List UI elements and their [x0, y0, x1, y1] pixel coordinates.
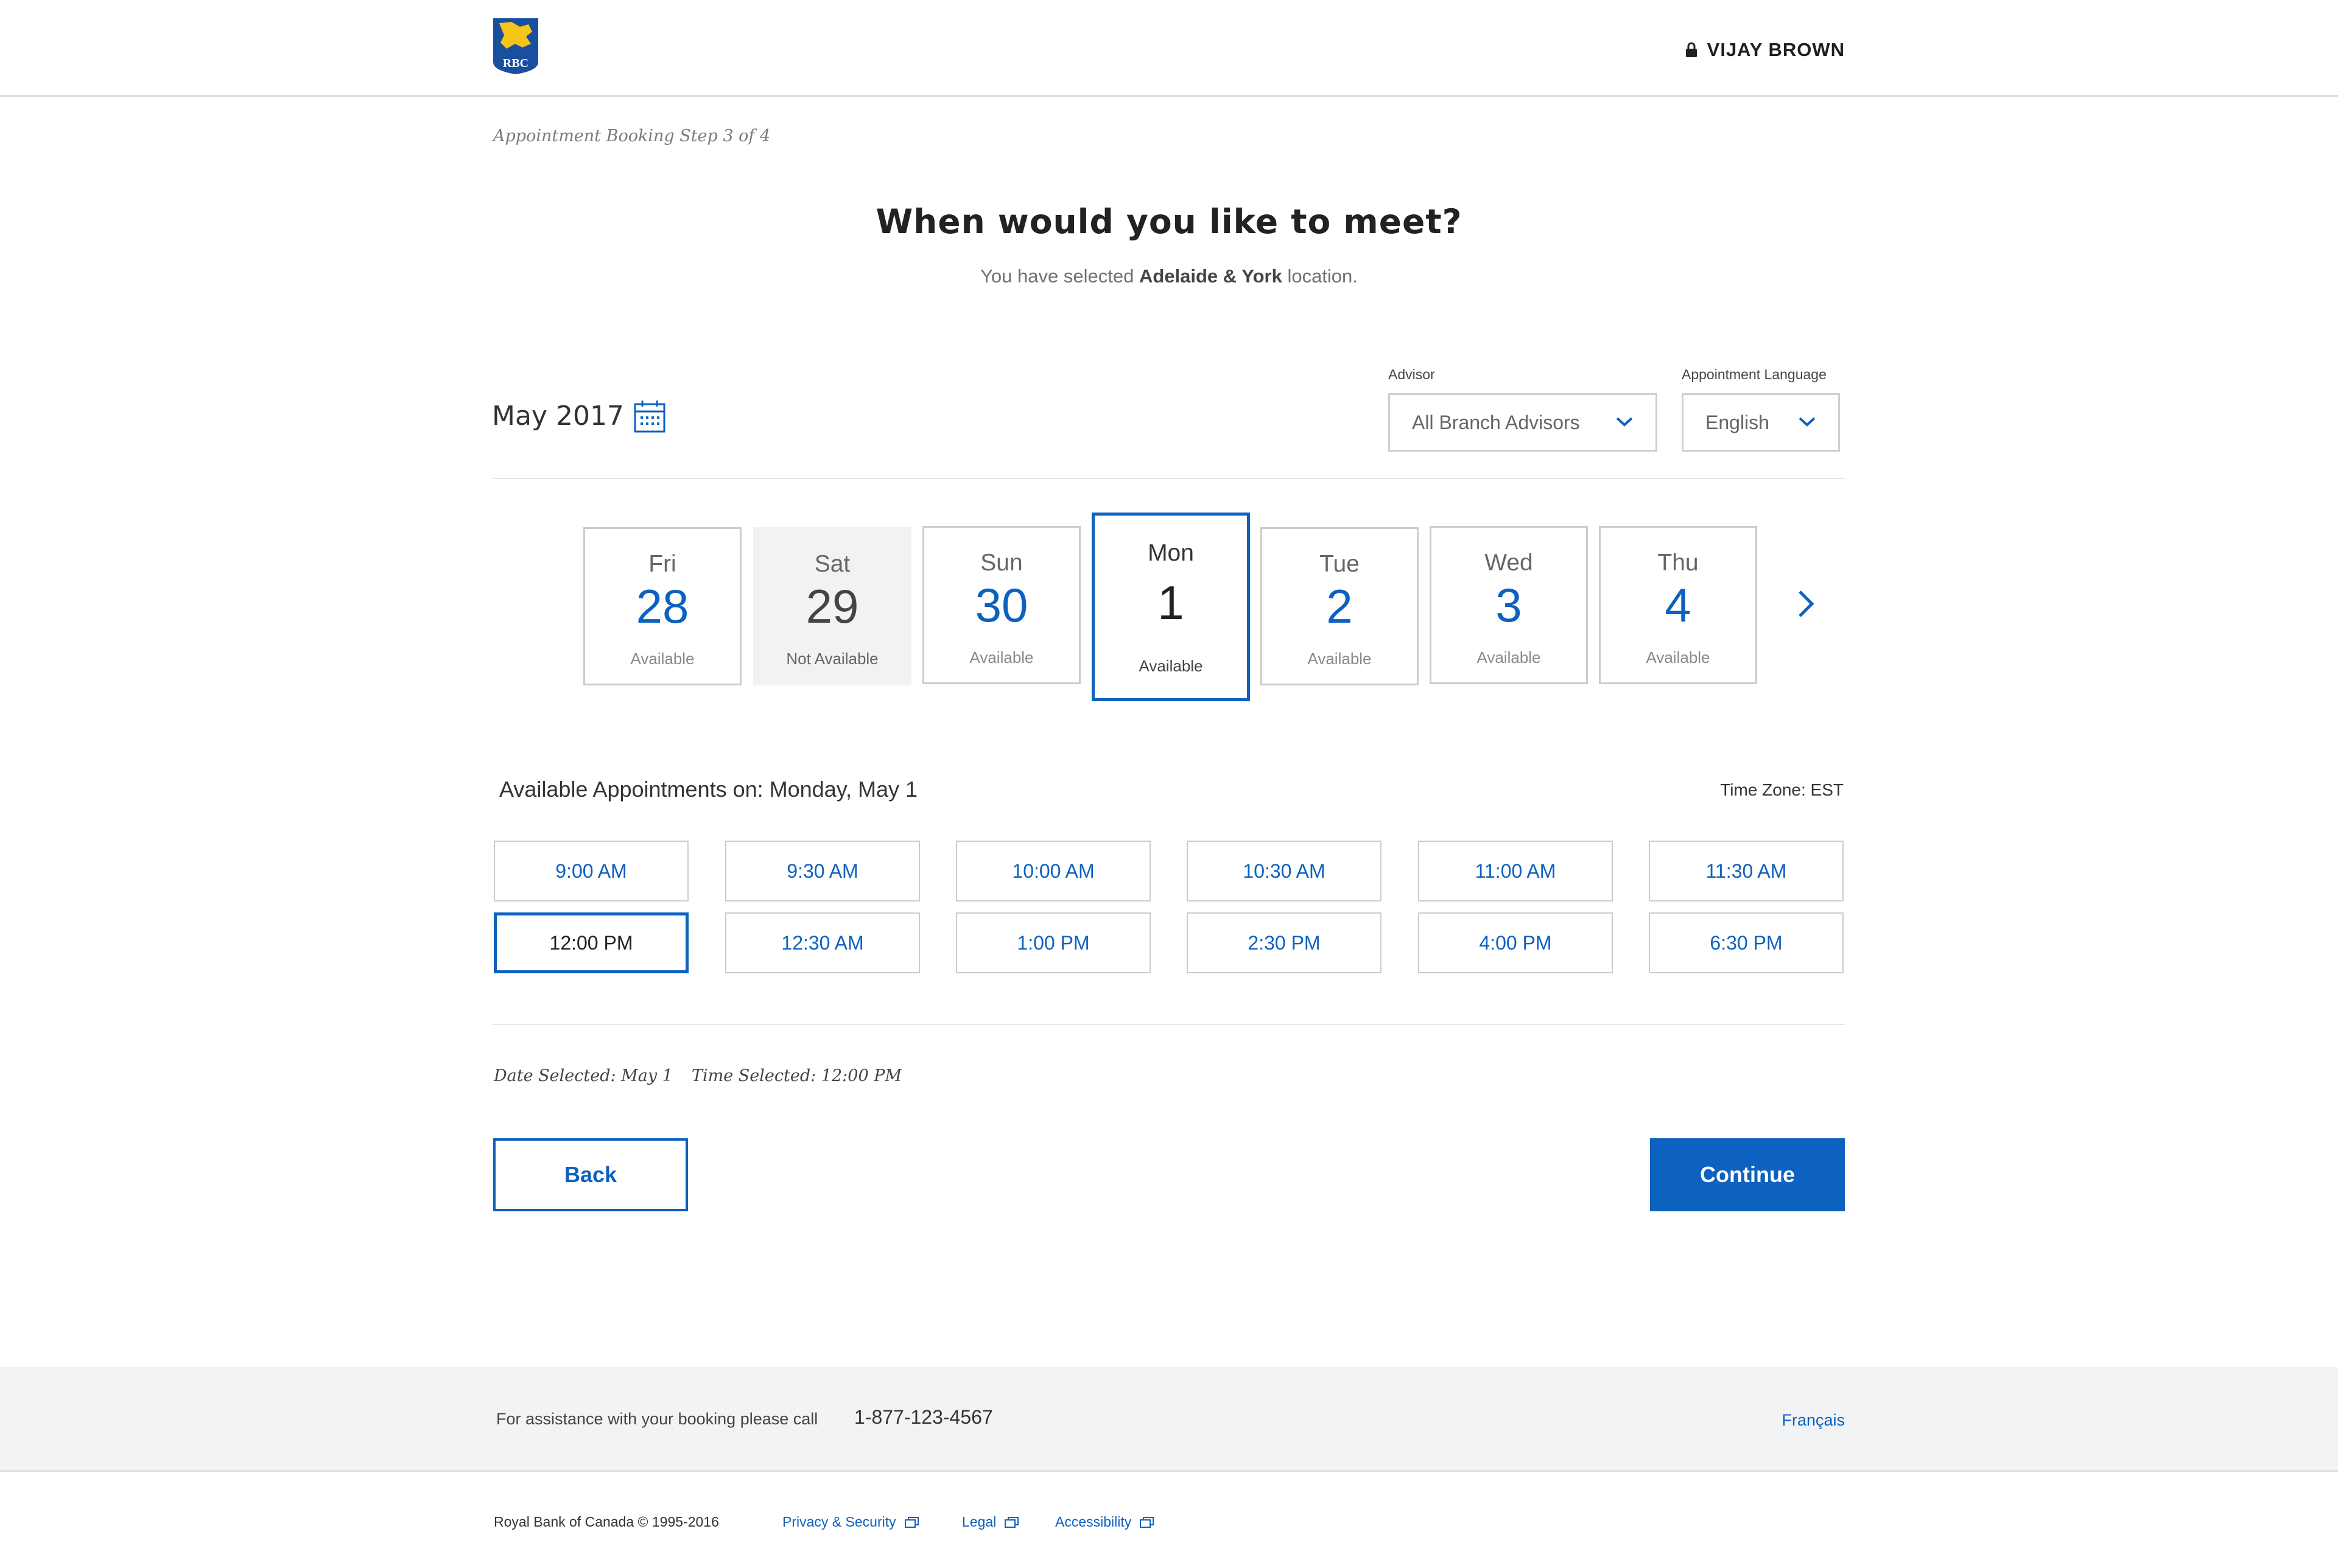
time-slot[interactable]: 9:00 AM — [494, 841, 689, 901]
time-slot[interactable]: 11:30 AM — [1649, 841, 1844, 901]
language-value: English — [1705, 411, 1769, 433]
privacy-link-label: Privacy & Security — [782, 1514, 896, 1530]
rbc-shield-icon: RBC — [493, 18, 538, 74]
day-status: Available — [630, 649, 695, 668]
day-card[interactable]: Fri 28 Available — [583, 527, 742, 685]
day-number: 2 — [1326, 579, 1353, 633]
day-number: 4 — [1665, 578, 1691, 632]
advisor-select[interactable]: All Branch Advisors — [1388, 393, 1657, 452]
privacy-link[interactable]: Privacy & Security — [782, 1514, 919, 1530]
day-number: 29 — [806, 579, 859, 633]
back-button[interactable]: Back — [493, 1138, 688, 1211]
time-slot[interactable]: 12:30 AM — [725, 912, 920, 973]
day-name: Wed — [1484, 550, 1533, 576]
accessibility-link[interactable]: Accessibility — [1055, 1514, 1154, 1530]
time-slot-selected[interactable]: 12:00 PM — [494, 912, 689, 973]
time-selected: Time Selected: 12:00 PM — [692, 1066, 902, 1085]
day-number: 3 — [1495, 578, 1522, 632]
time-slot[interactable]: 10:00 AM — [956, 841, 1151, 901]
time-slot[interactable]: 1:00 PM — [956, 912, 1151, 973]
day-status: Available — [1139, 657, 1203, 675]
user-name: VIJAY BROWN — [1707, 39, 1845, 60]
timezone-label: Time Zone: EST — [1720, 780, 1844, 799]
time-slot[interactable]: 10:30 AM — [1187, 841, 1381, 901]
continue-button[interactable]: Continue — [1650, 1138, 1845, 1211]
time-slot[interactable]: 4:00 PM — [1418, 912, 1613, 973]
legal-link-label: Legal — [962, 1514, 997, 1530]
user-account[interactable]: VIJAY BROWN — [1685, 39, 1845, 61]
copyright: Royal Bank of Canada © 1995-2016 — [494, 1514, 719, 1530]
day-name: Thu — [1657, 550, 1699, 576]
legal-link[interactable]: Legal — [962, 1514, 1019, 1530]
day-name: Sat — [814, 551, 851, 577]
advisor-label: Advisor — [1388, 366, 1435, 382]
calendar-icon[interactable] — [633, 399, 666, 433]
day-name: Mon — [1148, 540, 1194, 566]
day-status: Available — [1476, 648, 1541, 667]
date-selected: Date Selected: May 1 — [494, 1066, 673, 1085]
advisor-value: All Branch Advisors — [1412, 411, 1580, 433]
lock-icon — [1685, 42, 1697, 57]
divider — [493, 1024, 1845, 1025]
day-status: Available — [1307, 649, 1372, 668]
month-label: May 2017 — [492, 401, 624, 432]
appointments-heading: Available Appointments on: Monday, May 1 — [499, 777, 918, 802]
time-slot[interactable]: 2:30 PM — [1187, 912, 1381, 973]
language-select[interactable]: English — [1682, 393, 1840, 452]
french-language-link[interactable]: Français — [1782, 1411, 1845, 1430]
page-subtitle: You have selected Adelaide & York locati… — [980, 265, 1358, 287]
day-status: Not Available — [786, 649, 879, 668]
external-window-icon — [904, 1516, 919, 1528]
time-slot[interactable]: 6:30 PM — [1649, 912, 1844, 973]
day-card[interactable]: Thu 4 Available — [1599, 526, 1757, 684]
svg-text:RBC: RBC — [503, 57, 528, 70]
day-card-selected[interactable]: Mon 1 Available — [1092, 513, 1250, 701]
page-title: When would you like to meet? — [876, 202, 1462, 241]
breadcrumb: Appointment Booking Step 3 of 4 — [493, 127, 771, 145]
time-slot[interactable]: 9:30 AM — [725, 841, 920, 901]
day-number: 30 — [975, 578, 1028, 632]
time-slot[interactable]: 11:00 AM — [1418, 841, 1613, 901]
day-status: Available — [969, 648, 1034, 667]
accessibility-link-label: Accessibility — [1055, 1514, 1132, 1530]
day-number: 28 — [636, 579, 689, 633]
rbc-logo[interactable]: RBC — [493, 18, 538, 74]
day-status: Available — [1646, 648, 1710, 667]
day-card[interactable]: Wed 3 Available — [1430, 526, 1588, 684]
language-label: Appointment Language — [1682, 366, 1827, 382]
chevron-down-icon — [1799, 417, 1816, 427]
day-number: 1 — [1157, 576, 1184, 629]
site-header: RBC VIJAY BROWN — [0, 0, 2338, 97]
assistance-text: For assistance with your booking please … — [496, 1410, 818, 1428]
divider — [493, 478, 1845, 479]
location-name: Adelaide & York — [1139, 265, 1282, 287]
chevron-right-icon[interactable] — [1795, 588, 1817, 620]
day-name: Tue — [1319, 551, 1360, 577]
day-name: Sun — [980, 550, 1023, 576]
chevron-down-icon — [1616, 417, 1633, 427]
day-card[interactable]: Sun 30 Available — [922, 526, 1081, 684]
external-window-icon — [1005, 1516, 1019, 1528]
day-card[interactable]: Tue 2 Available — [1260, 527, 1419, 685]
phone-number[interactable]: 1-877-123-4567 — [854, 1406, 993, 1429]
external-window-icon — [1140, 1516, 1154, 1528]
footer-assistance-band — [0, 1367, 2338, 1472]
day-card: Sat 29 Not Available — [753, 527, 911, 685]
day-name: Fri — [648, 551, 676, 577]
